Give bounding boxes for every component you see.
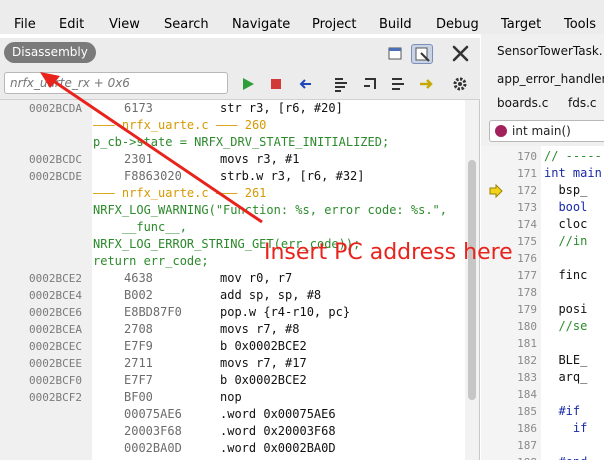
annotation-arrow [40,72,263,224]
annotation-text: Insert PC address here [264,240,513,265]
